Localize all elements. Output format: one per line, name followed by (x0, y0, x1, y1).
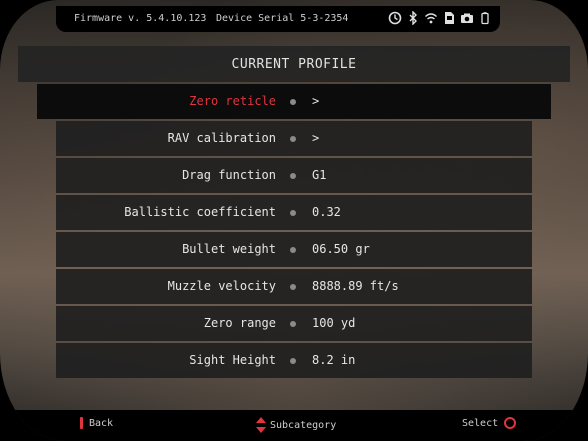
menu-item-label: Muzzle velocity (167, 279, 276, 293)
menu-item-value: 100 yd (312, 316, 356, 330)
menu-item-value: 0.32 (312, 205, 341, 219)
bullet-dot-icon (290, 173, 296, 179)
menu-item-label: Zero range (203, 316, 276, 330)
back-hint[interactable]: Back (80, 417, 113, 429)
menu-item-ballistic-coefficient[interactable]: Ballistic coefficient 0.32 (56, 195, 532, 230)
bullet-dot-icon (290, 284, 296, 290)
menu-item-value: G1 (312, 168, 327, 182)
menu-item-rav-calibration[interactable]: RAV calibration > (56, 121, 532, 156)
menu-item-label: Ballistic coefficient (124, 205, 276, 219)
menu-item-label: Sight Height (189, 353, 276, 367)
bullet-dot-icon (290, 321, 296, 327)
menu-item-zero-range[interactable]: Zero range 100 yd (56, 306, 532, 341)
footer-hints: Back Subcategory Select (0, 410, 588, 441)
select-label: Select (462, 417, 499, 429)
sd-card-icon (442, 11, 456, 25)
menu-item-label: Bullet weight (182, 242, 276, 256)
up-down-arrows-icon (256, 417, 266, 433)
back-button-icon (80, 417, 83, 429)
menu-item-value: 8888.89 ft/s (312, 279, 399, 293)
device-serial: Device Serial 5-3-2354 (216, 13, 349, 24)
back-label: Back (89, 417, 114, 429)
subcategory-hint[interactable]: Subcategory (256, 417, 336, 433)
firmware-version: Firmware v. 5.4.10.123 (74, 13, 207, 24)
camera-icon (460, 11, 474, 25)
select-hint[interactable]: Select (462, 417, 517, 429)
menu-item-label: Drag function (182, 168, 276, 182)
wifi-icon (424, 11, 438, 25)
bullet-dot-icon (290, 247, 296, 253)
menu-item-label: Zero reticle (189, 94, 276, 108)
menu-item-zero-reticle[interactable]: Zero reticle > (37, 84, 551, 119)
subcategory-label: Subcategory (270, 419, 337, 431)
bluetooth-icon (406, 10, 420, 26)
bullet-dot-icon (290, 358, 296, 364)
page-title: CURRENT PROFILE (18, 46, 570, 82)
battery-icon (478, 11, 492, 25)
chevron-right-icon: > (312, 94, 320, 108)
status-bar: Firmware v. 5.4.10.123 Device Serial 5-3… (56, 6, 500, 32)
menu-item-sight-height[interactable]: Sight Height 8.2 in (56, 343, 532, 378)
timer-icon (388, 11, 402, 25)
menu-item-drag-function[interactable]: Drag function G1 (56, 158, 532, 193)
menu-item-value: 06.50 gr (312, 242, 370, 256)
bullet-dot-icon (290, 99, 296, 105)
menu-item-muzzle-velocity[interactable]: Muzzle velocity 8888.89 ft/s (56, 269, 532, 304)
bullet-dot-icon (290, 136, 296, 142)
status-icons (388, 10, 492, 27)
menu-item-bullet-weight[interactable]: Bullet weight 06.50 gr (56, 232, 532, 267)
chevron-right-icon: > (312, 131, 320, 145)
menu-item-value: 8.2 in (312, 353, 356, 367)
select-button-icon (504, 417, 517, 429)
menu-item-label: RAV calibration (167, 131, 276, 145)
scope-view: Firmware v. 5.4.10.123 Device Serial 5-3… (0, 0, 588, 441)
bullet-dot-icon (290, 210, 296, 216)
